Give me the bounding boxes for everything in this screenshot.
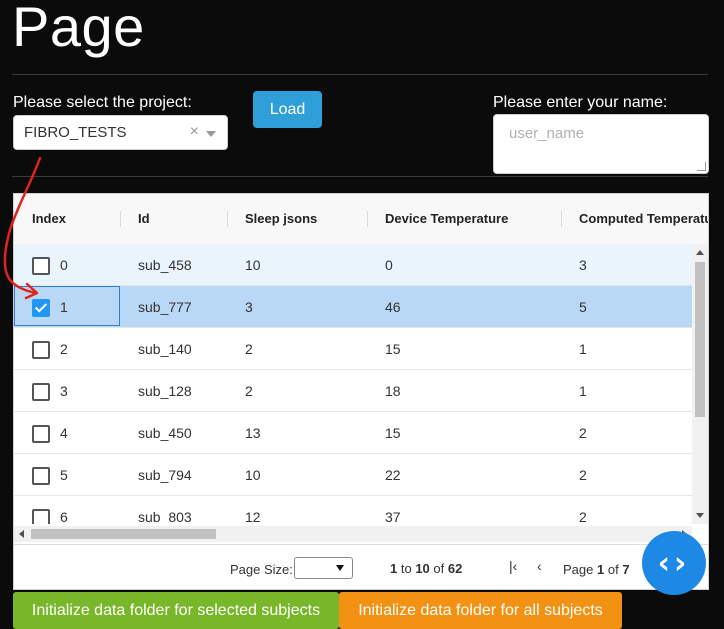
row-checkbox[interactable]: [32, 509, 50, 524]
table-row[interactable]: 6 sub_803 12 37 2: [14, 496, 692, 524]
column-header-sleep-jsons[interactable]: Sleep jsons: [245, 194, 317, 244]
previous-page-icon[interactable]: ‹: [537, 558, 542, 574]
vertical-scrollbar[interactable]: [692, 244, 708, 524]
table-row-selected[interactable]: 1 sub_777 3 46 5: [14, 286, 692, 328]
cell-id: sub_140: [138, 341, 192, 357]
table-row[interactable]: 5 sub_794 10 22 2: [14, 454, 692, 496]
cell-sleep-jsons: 2: [245, 383, 253, 399]
cell-computed-temperature: 2: [579, 467, 587, 483]
page-size-select[interactable]: [294, 557, 353, 579]
header-divider: [12, 74, 708, 75]
grid-body: 0 sub_458 10 0 3 1 sub_777 3 46 5 2 sub_…: [14, 244, 692, 524]
cell-computed-temperature: 2: [579, 509, 587, 524]
table-row[interactable]: 2 sub_140 2 15 1: [14, 328, 692, 370]
cell-id: sub_450: [138, 425, 192, 441]
row-checkbox[interactable]: [32, 257, 50, 275]
project-label: Please select the project:: [13, 94, 192, 111]
init-all-button[interactable]: Initialize data folder for all subjects: [339, 592, 622, 629]
project-select[interactable]: FIBRO_TESTS ×: [13, 115, 228, 150]
cell-index: 2: [60, 341, 68, 357]
cell-index: 4: [60, 425, 68, 441]
cell-index: 0: [60, 257, 68, 273]
horizontal-scroll-thumb[interactable]: [31, 529, 216, 539]
first-page-icon[interactable]: |‹: [509, 558, 517, 574]
cell-sleep-jsons: 2: [245, 341, 253, 357]
cell-index: 5: [60, 467, 68, 483]
page-size-label: Page Size:: [230, 562, 293, 577]
column-header-id[interactable]: Id: [138, 194, 150, 244]
table-row[interactable]: 0 sub_458 10 0 3: [14, 244, 692, 286]
scroll-up-icon[interactable]: [696, 250, 704, 255]
subjects-grid: Index Id Sleep jsons Device Temperature …: [13, 193, 709, 590]
horizontal-scrollbar[interactable]: [14, 526, 692, 542]
row-checkbox[interactable]: [32, 467, 50, 485]
clear-icon[interactable]: ×: [190, 123, 199, 141]
cell-index: 6: [60, 509, 68, 524]
vertical-scroll-thumb[interactable]: [695, 262, 705, 417]
cell-computed-temperature: 2: [579, 425, 587, 441]
column-header-device-temperature[interactable]: Device Temperature: [385, 194, 508, 244]
cell-computed-temperature: 1: [579, 383, 587, 399]
row-checkbox[interactable]: [32, 383, 50, 401]
cell-device-temperature: 15: [385, 341, 401, 357]
cell-sleep-jsons: 10: [245, 467, 261, 483]
load-button[interactable]: Load: [253, 91, 322, 128]
cell-id: sub_794: [138, 467, 192, 483]
row-checkbox[interactable]: [32, 425, 50, 443]
scroll-left-icon[interactable]: [19, 530, 24, 538]
cell-sleep-jsons: 3: [245, 299, 253, 315]
cell-id: sub_458: [138, 257, 192, 273]
column-header-index[interactable]: Index: [32, 194, 66, 244]
cell-device-temperature: 46: [385, 299, 401, 315]
cell-device-temperature: 18: [385, 383, 401, 399]
cell-index: 3: [60, 383, 68, 399]
table-row[interactable]: 3 sub_128 2 18 1: [14, 370, 692, 412]
init-selected-button[interactable]: Initialize data folder for selected subj…: [13, 592, 339, 629]
code-toggle-button[interactable]: ‹›: [642, 531, 706, 595]
cell-id: sub_803: [138, 509, 192, 524]
code-icon: ‹›: [657, 545, 691, 581]
page-title: Page: [12, 0, 145, 58]
cell-sleep-jsons: 12: [245, 509, 261, 524]
name-input-placeholder: user_name: [509, 125, 585, 142]
name-label: Please enter your name:: [493, 94, 668, 111]
row-checkbox[interactable]: [32, 341, 50, 359]
cell-device-temperature: 0: [385, 257, 393, 273]
cell-id: sub_777: [138, 299, 192, 315]
scroll-down-icon[interactable]: [696, 513, 704, 518]
cell-sleep-jsons: 13: [245, 425, 261, 441]
cell-computed-temperature: 3: [579, 257, 587, 273]
page-indicator: Page 1 of 7: [563, 562, 630, 577]
column-separator[interactable]: [561, 211, 562, 227]
row-summary: 1 to 10 of 62: [390, 561, 463, 576]
cell-index: 1: [60, 299, 68, 315]
column-separator[interactable]: [227, 211, 228, 227]
column-separator[interactable]: [120, 211, 121, 227]
cell-computed-temperature: 5: [579, 299, 587, 315]
chevron-down-icon[interactable]: [206, 131, 216, 137]
table-row[interactable]: 4 sub_450 13 15 2: [14, 412, 692, 454]
section-divider: [12, 176, 708, 177]
project-select-value: FIBRO_TESTS: [24, 124, 127, 141]
cell-sleep-jsons: 10: [245, 257, 261, 273]
chevron-down-icon: [336, 565, 344, 571]
column-separator[interactable]: [367, 211, 368, 227]
pagination-bar: Page Size: 1 to 10 of 62 |‹ ‹ Page 1 of …: [14, 544, 708, 589]
column-header-computed-temperature[interactable]: Computed Temperatu: [579, 194, 708, 244]
name-input[interactable]: user_name: [493, 114, 709, 174]
cell-device-temperature: 37: [385, 509, 401, 524]
grid-header: Index Id Sleep jsons Device Temperature …: [14, 194, 708, 245]
resize-handle-icon[interactable]: [697, 162, 706, 171]
cell-device-temperature: 22: [385, 467, 401, 483]
row-checkbox-checked[interactable]: [32, 299, 50, 317]
cell-id: sub_128: [138, 383, 192, 399]
cell-device-temperature: 15: [385, 425, 401, 441]
cell-computed-temperature: 1: [579, 341, 587, 357]
